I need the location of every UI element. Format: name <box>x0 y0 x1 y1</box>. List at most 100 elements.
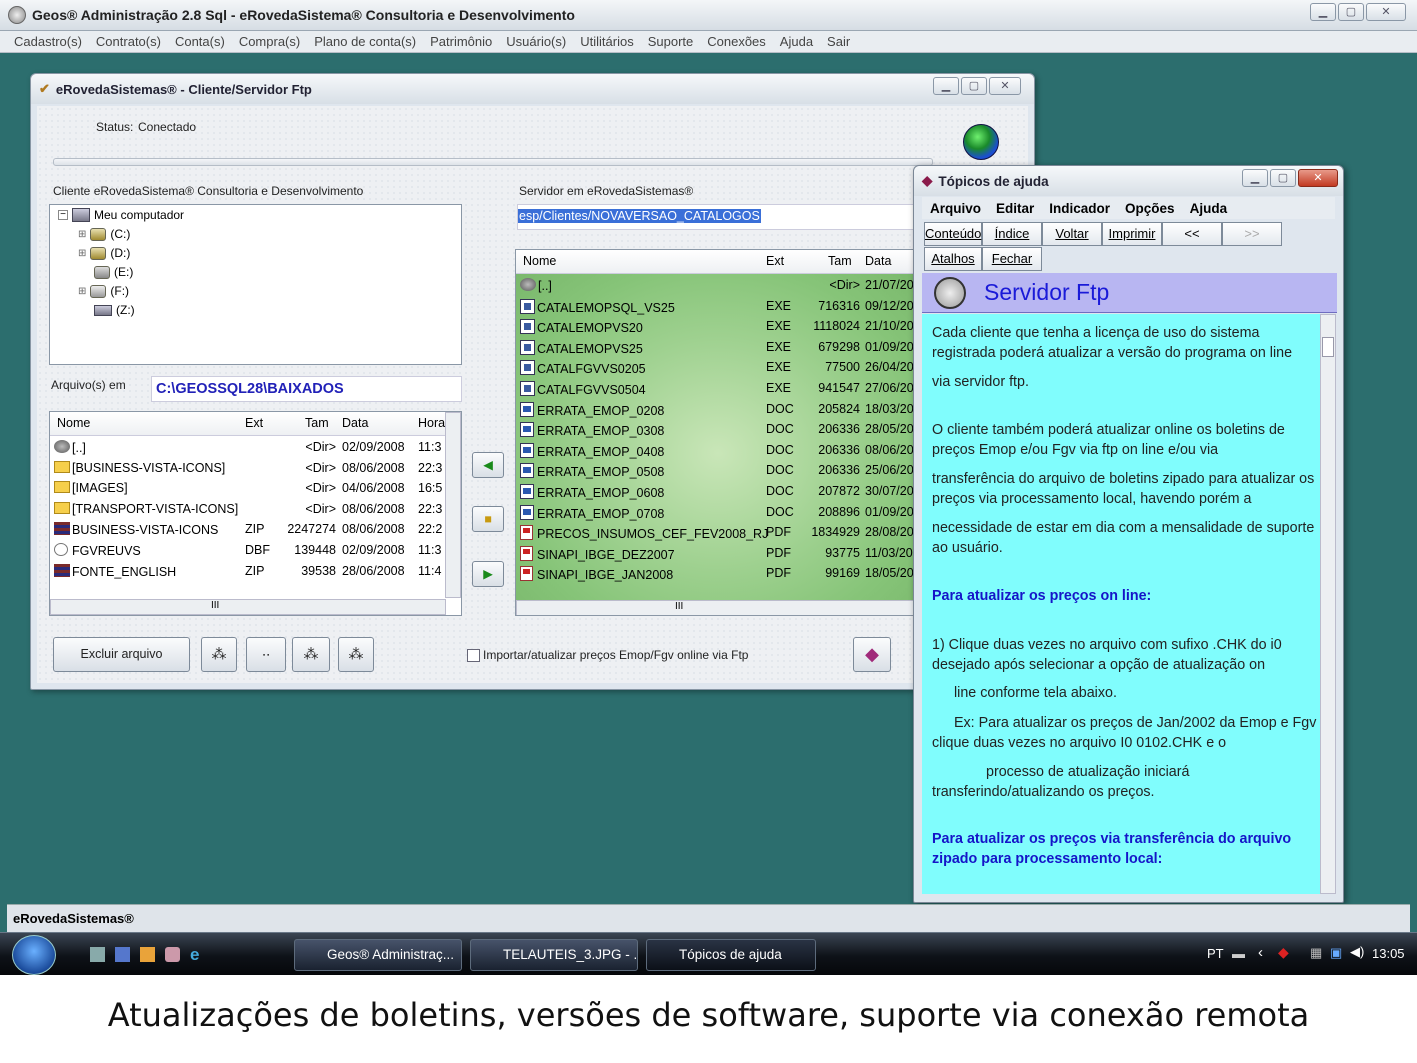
local-row[interactable]: BUSINESS-VISTA-ICONS ZIP 2247274 08/06/2008… <box>50 520 446 541</box>
media-icon[interactable] <box>140 947 155 962</box>
local-row[interactable]: FONTE_ENGLISH ZIP 39538 28/06/2008 11:4 <box>50 562 446 583</box>
remote-row[interactable]: ERRATA_EMOP_0508 DOC 206336 25/06/20 <box>516 461 918 482</box>
remote-row[interactable]: [..] <Dir> 21/07/20 <box>516 276 918 297</box>
menu-plano-de-contas[interactable]: Plano de conta(s) <box>314 34 416 49</box>
local-row[interactable]: [IMAGES] <Dir> 04/06/2008 16:5 <box>50 479 446 500</box>
ftp-close-button[interactable]: ✕ <box>989 77 1021 95</box>
help-minimize-button[interactable]: ▁ <box>1242 169 1268 187</box>
col-hora[interactable]: Hora <box>418 416 445 430</box>
remote-row[interactable]: PRECOS_INSUMOS_CEF_FEV2008_RJ PDF 1834929 2… <box>516 523 918 544</box>
help-imprimir-button[interactable]: Imprimir <box>1102 222 1162 246</box>
keyboard-icon[interactable]: ▬ <box>1232 946 1245 961</box>
col-data[interactable]: Data <box>865 254 891 268</box>
tree-item-drive-e[interactable]: (E:) <box>94 265 133 279</box>
local-row[interactable]: FGVREUVS DBF 139448 02/09/2008 11:3 <box>50 541 446 562</box>
remote-row[interactable]: ERRATA_EMOP_0608 DOC 207872 30/07/20 <box>516 482 918 503</box>
ftp-minimize-button[interactable]: ▁ <box>933 77 959 95</box>
help-book-button[interactable]: ◆ <box>853 637 891 672</box>
local-row[interactable]: [..] <Dir> 02/09/2008 11:3 <box>50 438 446 459</box>
minimize-button[interactable]: ▁ <box>1310 3 1336 21</box>
help-conteudo-button[interactable]: Conteúdo <box>924 222 982 246</box>
upload-arrow-button[interactable]: ▶ <box>472 561 504 587</box>
tree-item-drive-z[interactable]: (Z:) <box>94 303 135 317</box>
col-nome[interactable]: Nome <box>523 254 556 268</box>
mail-icon[interactable] <box>165 947 180 962</box>
menu-conexoes[interactable]: Conexões <box>707 34 766 49</box>
network-button-3[interactable]: ⁂ <box>292 637 330 672</box>
help-indice-button[interactable]: Índice <box>982 222 1042 246</box>
network-tray-icon[interactable]: ▦ <box>1310 945 1322 961</box>
directory-tree[interactable]: − Meu computador ⊞ (C:) ⊞ (D:) (E:) ⊞ (F:) (… <box>49 204 462 365</box>
remote-row[interactable]: ERRATA_EMOP_0308 DOC 206336 28/05/20 <box>516 420 918 441</box>
switch-windows-icon[interactable] <box>115 947 130 962</box>
taskbar-telauteis-button[interactable]: TELAUTEIS_3.JPG - ... <box>470 939 638 971</box>
local-list-vscrollbar[interactable] <box>445 412 461 598</box>
local-list-hscrollbar[interactable]: III <box>50 599 446 615</box>
menu-utilitarios[interactable]: Utilitários <box>580 34 633 49</box>
help-menu-indicador[interactable]: Indicador <box>1049 201 1110 216</box>
help-atalhos-button[interactable]: Atalhos <box>924 247 982 271</box>
taskbar-help-button[interactable]: Tópicos de ajuda <box>646 939 816 971</box>
monitor-tray-icon[interactable]: ▣ <box>1330 945 1342 961</box>
help-menu-arquivo[interactable]: Arquivo <box>930 201 981 216</box>
language-indicator[interactable]: PT <box>1207 946 1224 961</box>
help-forward-history-button[interactable]: >> <box>1222 222 1282 246</box>
tree-item-drive-f[interactable]: ⊞ (F:) <box>78 284 129 298</box>
menu-usuarios[interactable]: Usuário(s) <box>506 34 566 49</box>
help-menu-editar[interactable]: Editar <box>996 201 1034 216</box>
tree-item-meu-computador[interactable]: − Meu computador <box>58 208 184 222</box>
remote-row[interactable]: CATALFGVVS0504 EXE 941547 27/06/20 <box>516 379 918 400</box>
local-path-field[interactable]: C:\GEOSSQL28\BAIXADOS <box>151 376 462 402</box>
chevron-left-icon[interactable]: ‹ <box>1258 944 1263 961</box>
help-maximize-button[interactable]: ▢ <box>1270 169 1296 187</box>
help-fechar-button[interactable]: Fechar <box>982 247 1042 271</box>
expand-icon[interactable]: ⊞ <box>78 248 86 259</box>
col-tam[interactable]: Tam <box>305 416 329 430</box>
col-ext[interactable]: Ext <box>766 254 784 268</box>
remote-row[interactable]: CATALEMOPVS20 EXE 1118024 21/10/20 <box>516 317 918 338</box>
remote-row[interactable]: ERRATA_EMOP_0208 DOC 205824 18/03/20 <box>516 400 918 421</box>
col-tam[interactable]: Tam <box>828 254 852 268</box>
maximize-button[interactable]: ▢ <box>1338 3 1364 21</box>
remote-row[interactable]: CATALEMOPVS25 EXE 679298 01/09/20 <box>516 338 918 359</box>
expand-icon[interactable]: ⊞ <box>78 229 86 240</box>
local-row[interactable]: [TRANSPORT-VISTA-ICONS] <Dir> 08/06/2008 22… <box>50 500 446 521</box>
menu-contratos[interactable]: Contrato(s) <box>96 34 161 49</box>
download-arrow-button[interactable]: ◀ <box>472 452 504 478</box>
help-menu-ajuda[interactable]: Ajuda <box>1190 201 1228 216</box>
tree-item-drive-c[interactable]: ⊞ (C:) <box>78 227 130 241</box>
remote-row[interactable]: ERRATA_EMOP_0408 DOC 206336 08/06/20 <box>516 441 918 462</box>
help-back-history-button[interactable]: << <box>1162 222 1222 246</box>
remote-row[interactable]: ERRATA_EMOP_0708 DOC 208896 01/09/20 <box>516 503 918 524</box>
remote-row[interactable]: SINAPI_IBGE_JAN2008 PDF 99169 18/05/20 <box>516 564 918 585</box>
server-path-combo[interactable]: esp/Clientes/NOVAVERSAO_CATALOGOS <box>517 204 919 230</box>
menu-sair[interactable]: Sair <box>827 34 850 49</box>
menu-compras[interactable]: Compra(s) <box>239 34 300 49</box>
security-icon[interactable]: ◆ <box>1278 944 1289 961</box>
ie-icon[interactable]: e <box>190 945 208 964</box>
col-ext[interactable]: Ext <box>245 416 263 430</box>
delete-file-button[interactable]: Excluir arquivo <box>53 637 190 672</box>
help-menu-opcoes[interactable]: Opções <box>1125 201 1175 216</box>
menu-contas[interactable]: Conta(s) <box>175 34 225 49</box>
help-close-button[interactable]: ✕ <box>1298 169 1338 187</box>
clock[interactable]: 13:05 <box>1372 946 1405 961</box>
help-vscrollbar[interactable] <box>1320 314 1336 894</box>
tree-item-drive-d[interactable]: ⊞ (D:) <box>78 246 130 260</box>
network-button-4[interactable]: ⁂ <box>338 637 374 672</box>
local-row[interactable]: [BUSINESS-VISTA-ICONS] <Dir> 08/06/2008 22:… <box>50 459 446 480</box>
menu-suporte[interactable]: Suporte <box>648 34 694 49</box>
menu-ajuda[interactable]: Ajuda <box>780 34 813 49</box>
network-button-1[interactable]: ⁂ <box>201 637 237 672</box>
volume-icon[interactable]: ◀) <box>1350 944 1364 960</box>
import-checkbox[interactable] <box>467 649 480 662</box>
close-button[interactable]: ✕ <box>1366 3 1406 21</box>
remote-row[interactable]: CATALFGVVS0205 EXE 77500 26/04/20 <box>516 358 918 379</box>
show-desktop-icon[interactable] <box>90 947 105 962</box>
remote-list-hscrollbar[interactable]: III <box>516 600 918 615</box>
col-nome[interactable]: Nome <box>57 416 90 430</box>
taskbar-geos-button[interactable]: Geos® Administraç... <box>294 939 462 971</box>
network-button-2[interactable]: ∙∙ <box>246 637 286 672</box>
menu-patrimonio[interactable]: Patrimônio <box>430 34 492 49</box>
expand-icon[interactable]: ⊞ <box>78 286 86 297</box>
